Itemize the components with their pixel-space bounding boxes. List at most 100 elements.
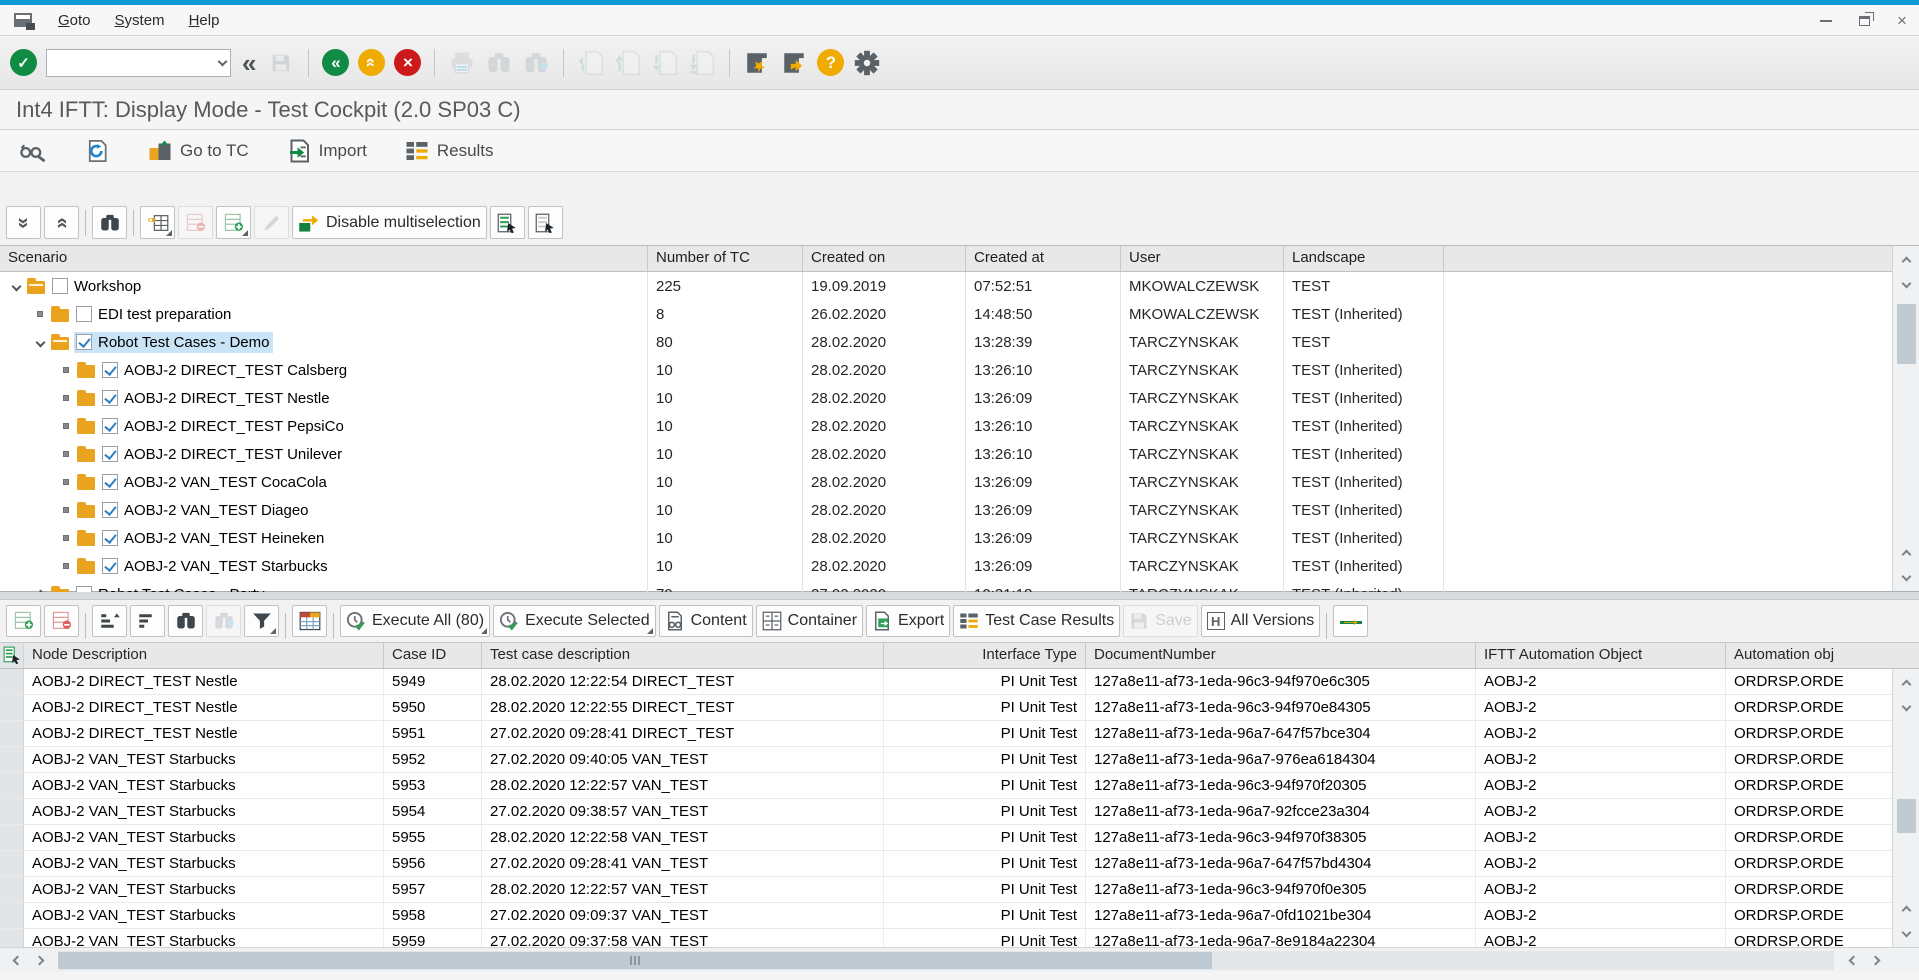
tree-expander-icon[interactable] bbox=[58, 479, 74, 485]
cancel-button[interactable]: × bbox=[394, 49, 421, 76]
scroll-up-button[interactable] bbox=[1893, 539, 1919, 565]
tree-row[interactable]: AOBJ-2 VAN_TEST Heineken 10 28.02.2020 1… bbox=[0, 524, 1919, 552]
tree-expander-icon[interactable] bbox=[58, 507, 74, 513]
first-page-button[interactable] bbox=[577, 49, 605, 77]
grid-vertical-scrollbar[interactable] bbox=[1892, 669, 1919, 947]
tree-node-label[interactable]: EDI test preparation bbox=[98, 306, 231, 323]
row-selector-cell[interactable] bbox=[0, 747, 24, 772]
all-versions-button[interactable]: H All Versions bbox=[1201, 605, 1321, 637]
row-selector-cell[interactable] bbox=[0, 877, 24, 902]
grid-col-test-case-description[interactable]: Test case description bbox=[482, 643, 884, 668]
tree-col-created-on[interactable]: Created on bbox=[803, 246, 966, 271]
tree-node-label[interactable]: AOBJ-2 DIRECT_TEST PepsiCo bbox=[124, 418, 344, 435]
tree-expander-icon[interactable] bbox=[58, 395, 74, 401]
find-next-button[interactable] bbox=[522, 49, 550, 77]
tree-row[interactable]: AOBJ-2 DIRECT_TEST Unilever 10 28.02.202… bbox=[0, 440, 1919, 468]
help-button[interactable]: ? bbox=[817, 49, 844, 76]
scroll-thumb[interactable] bbox=[1897, 304, 1916, 364]
table-row[interactable]: AOBJ-2 VAN_TEST Starbucks 5953 28.02.202… bbox=[0, 773, 1919, 799]
tree-expander-icon[interactable] bbox=[8, 283, 24, 290]
tree-node-label[interactable]: Workshop bbox=[74, 278, 141, 295]
tree-node-label[interactable]: AOBJ-2 DIRECT_TEST Nestle bbox=[124, 390, 330, 407]
select-all-button[interactable] bbox=[490, 206, 525, 239]
tree-row[interactable]: AOBJ-2 VAN_TEST Diageo 10 28.02.2020 13:… bbox=[0, 496, 1919, 524]
hscroll-left-button[interactable] bbox=[2, 950, 28, 971]
command-dropdown-icon[interactable] bbox=[218, 56, 228, 66]
tree-row[interactable]: AOBJ-2 VAN_TEST CocaCola 10 28.02.2020 1… bbox=[0, 468, 1919, 496]
tree-node-checkbox[interactable] bbox=[76, 586, 92, 592]
tree-node-checkbox[interactable] bbox=[102, 558, 118, 574]
row-selector-cell[interactable] bbox=[0, 851, 24, 876]
next-page-button[interactable] bbox=[651, 49, 679, 77]
hscroll-thumb[interactable] bbox=[58, 952, 1212, 969]
last-page-button[interactable] bbox=[688, 49, 716, 77]
tree-node-checkbox[interactable] bbox=[102, 418, 118, 434]
tree-row[interactable]: AOBJ-2 DIRECT_TEST PepsiCo 10 28.02.2020… bbox=[0, 412, 1919, 440]
grid-save-button[interactable]: Save bbox=[1123, 605, 1197, 637]
tree-expander-icon[interactable] bbox=[32, 591, 48, 593]
tree-node-checkbox[interactable] bbox=[102, 530, 118, 546]
tree-expander-icon[interactable] bbox=[32, 311, 48, 317]
tree-expander-icon[interactable] bbox=[58, 367, 74, 373]
tree-row[interactable]: Workshop 225 19.09.2019 07:52:51 MKOWALC… bbox=[0, 272, 1919, 300]
tree-node-checkbox[interactable] bbox=[76, 334, 92, 350]
container-button[interactable]: Container bbox=[756, 605, 863, 637]
refresh-button[interactable] bbox=[78, 138, 116, 164]
import-button[interactable]: Import bbox=[281, 138, 373, 164]
row-selector-cell[interactable] bbox=[0, 799, 24, 824]
tree-find-button[interactable] bbox=[92, 206, 127, 239]
tree-row[interactable]: Robot Test Cases - Demo 80 28.02.2020 13… bbox=[0, 328, 1919, 356]
tree-node-checkbox[interactable] bbox=[102, 390, 118, 406]
sort-descending-button[interactable] bbox=[130, 605, 165, 637]
menu-system[interactable]: System bbox=[103, 8, 177, 33]
tree-expander-icon[interactable] bbox=[58, 535, 74, 541]
grid-delete-row-button[interactable] bbox=[44, 605, 79, 637]
hscroll-track[interactable] bbox=[58, 951, 1834, 970]
tree-node-checkbox[interactable] bbox=[52, 278, 68, 294]
tree-add-row-button[interactable] bbox=[216, 206, 251, 239]
menu-help[interactable]: Help bbox=[177, 8, 232, 33]
grid-col-interface-type[interactable]: Interface Type bbox=[884, 643, 1086, 668]
previous-page-button[interactable] bbox=[614, 49, 642, 77]
execute-selected-button[interactable]: Execute Selected bbox=[493, 605, 656, 637]
tree-col-user[interactable]: User bbox=[1121, 246, 1284, 271]
table-row[interactable]: AOBJ-2 DIRECT_TEST Nestle 5949 28.02.202… bbox=[0, 669, 1919, 695]
table-row[interactable]: AOBJ-2 VAN_TEST Starbucks 5959 27.02.202… bbox=[0, 929, 1919, 947]
tree-delete-row-button[interactable] bbox=[178, 206, 213, 239]
table-row[interactable]: AOBJ-2 VAN_TEST Starbucks 5954 27.02.202… bbox=[0, 799, 1919, 825]
tree-edit-button[interactable] bbox=[254, 206, 289, 239]
tree-node-label[interactable]: Robot Test Cases - Demo bbox=[98, 334, 269, 351]
scroll-down-button[interactable] bbox=[1893, 695, 1919, 721]
grid-find-next-button[interactable] bbox=[206, 605, 241, 637]
table-row[interactable]: AOBJ-2 DIRECT_TEST Nestle 5951 27.02.202… bbox=[0, 721, 1919, 747]
scroll-thumb[interactable] bbox=[1897, 799, 1916, 833]
close-button[interactable]: × bbox=[1891, 10, 1913, 32]
filter-button[interactable] bbox=[244, 605, 279, 637]
grid-col-iftt-automation-object[interactable]: IFTT Automation Object bbox=[1476, 643, 1726, 668]
tree-row[interactable]: EDI test preparation 8 26.02.2020 14:48:… bbox=[0, 300, 1919, 328]
column-settings-button[interactable] bbox=[140, 206, 175, 239]
tree-col-landscape[interactable]: Landscape bbox=[1284, 246, 1444, 271]
tree-expander-icon[interactable] bbox=[58, 423, 74, 429]
scroll-up-button[interactable] bbox=[1893, 669, 1919, 695]
view-switch-button[interactable] bbox=[292, 605, 327, 637]
row-selector-cell[interactable] bbox=[0, 773, 24, 798]
grid-col-case-id[interactable]: Case ID bbox=[384, 643, 482, 668]
panel-splitter[interactable] bbox=[0, 591, 1919, 600]
row-selector-cell[interactable] bbox=[0, 903, 24, 928]
content-button[interactable]: Content bbox=[659, 605, 753, 637]
system-menu-icon[interactable] bbox=[14, 13, 32, 27]
tree-node-label[interactable]: AOBJ-2 VAN_TEST Heineken bbox=[124, 530, 324, 547]
tree-expander-icon[interactable] bbox=[58, 451, 74, 457]
scroll-down-button[interactable] bbox=[1893, 565, 1919, 591]
row-selector-cell[interactable] bbox=[0, 669, 24, 694]
customize-layout-button[interactable] bbox=[853, 49, 881, 77]
sort-ascending-button[interactable] bbox=[92, 605, 127, 637]
tree-node-label[interactable]: AOBJ-2 VAN_TEST Starbucks bbox=[124, 558, 328, 575]
create-shortcut-button[interactable] bbox=[780, 49, 808, 77]
exit-button[interactable]: « bbox=[358, 49, 385, 76]
grid-select-all-corner[interactable] bbox=[0, 643, 24, 668]
scroll-track[interactable] bbox=[1893, 298, 1919, 539]
tree-row[interactable]: AOBJ-2 DIRECT_TEST Calsberg 10 28.02.202… bbox=[0, 356, 1919, 384]
collapse-all-button[interactable]: » bbox=[44, 206, 79, 239]
